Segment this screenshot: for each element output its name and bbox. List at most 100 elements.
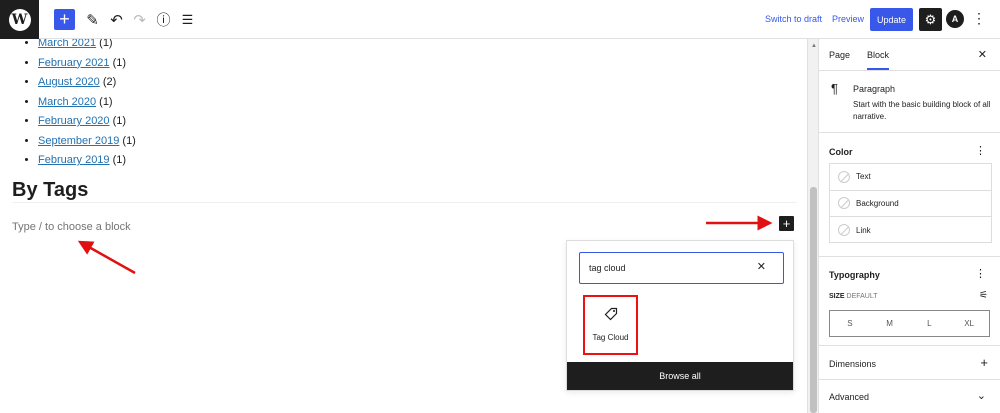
- redo-icon: ↷: [133, 11, 146, 29]
- archive-link[interactable]: March 2020: [38, 96, 96, 108]
- color-option-label: Text: [856, 172, 871, 182]
- editor-canvas: March 2021 (1) February 2021 (1) August …: [0, 39, 807, 413]
- update-button[interactable]: Update: [870, 8, 913, 31]
- tab-page[interactable]: Page: [829, 50, 850, 60]
- tag-icon: [604, 307, 618, 323]
- browse-all-button[interactable]: Browse all: [567, 362, 793, 390]
- archive-link[interactable]: March 2021: [38, 39, 96, 49]
- color-panel-options-button[interactable]: ⋮: [975, 144, 986, 157]
- archive-count: (1): [122, 134, 136, 147]
- font-size-picker: S M L XL: [829, 310, 990, 337]
- plus-icon: +: [59, 9, 70, 29]
- tag-cloud-block-button[interactable]: Tag Cloud: [583, 295, 638, 355]
- block-card: ¶ Paragraph Start with the basic buildin…: [819, 71, 1000, 133]
- color-option-background[interactable]: Background: [830, 191, 991, 217]
- tools-button[interactable]: ✎: [82, 9, 103, 30]
- block-inserter-popover: tag cloud ✕ Tag Cloud Browse all: [566, 240, 794, 391]
- close-icon: ✕: [756, 261, 766, 273]
- typography-panel-options-button[interactable]: ⋮: [975, 267, 986, 280]
- clear-search-button[interactable]: ✕: [757, 260, 766, 273]
- divider: [819, 345, 1000, 346]
- gear-icon: ⚙: [924, 11, 937, 27]
- block-search-input[interactable]: tag cloud ✕: [579, 252, 784, 284]
- preview-button[interactable]: Preview: [832, 14, 864, 24]
- font-size-xl[interactable]: XL: [949, 311, 989, 336]
- font-size-label: SIZE DEFAULT: [829, 293, 878, 300]
- list-item: August 2020 (2): [38, 73, 136, 93]
- color-option-link[interactable]: Link: [830, 217, 991, 244]
- divider: [819, 256, 1000, 257]
- astra-icon: A: [951, 14, 959, 24]
- close-sidebar-button[interactable]: ✕: [978, 48, 987, 61]
- block-label: Tag Cloud: [592, 333, 629, 342]
- color-option-text[interactable]: Text: [830, 164, 991, 191]
- list-item: February 2021 (1): [38, 54, 136, 74]
- divider: [819, 379, 1000, 380]
- font-size-l[interactable]: L: [910, 311, 950, 336]
- archives-list: March 2021 (1) February 2021 (1) August …: [38, 39, 136, 171]
- plus-icon: +: [980, 355, 988, 370]
- undo-icon: ↶: [110, 11, 123, 29]
- font-size-m[interactable]: M: [870, 311, 910, 336]
- list-item: February 2019 (1): [38, 151, 136, 171]
- settings-sidebar: Page Block ✕ ¶ Paragraph Start with the …: [818, 39, 1000, 413]
- paragraph-placeholder[interactable]: Type / to choose a block: [12, 221, 131, 233]
- pencil-icon: ✎: [86, 11, 99, 29]
- inline-add-block-button[interactable]: +: [779, 216, 794, 231]
- plus-icon: +: [782, 216, 791, 231]
- info-icon: ⓘ: [156, 11, 171, 28]
- size-label: SIZE: [829, 293, 845, 300]
- close-icon: ✕: [977, 49, 987, 61]
- list-view-icon: ☰: [181, 11, 194, 27]
- details-button[interactable]: ⓘ: [153, 9, 174, 30]
- custom-size-settings-icon[interactable]: ⚟: [979, 290, 988, 301]
- archive-count: (1): [112, 56, 127, 69]
- font-size-s[interactable]: S: [830, 311, 870, 336]
- archive-link[interactable]: February 2019: [38, 154, 110, 166]
- color-options: Text Background Link: [829, 163, 992, 243]
- search-value: tag cloud: [589, 263, 626, 273]
- archive-link[interactable]: August 2020: [38, 76, 100, 88]
- archive-count: (2): [102, 76, 117, 88]
- switch-to-draft-button[interactable]: Switch to draft: [765, 14, 822, 24]
- list-item: March 2021 (1): [38, 39, 136, 54]
- wordpress-logo-button[interactable]: W: [0, 0, 39, 39]
- tab-block[interactable]: Block: [867, 50, 890, 70]
- archive-link[interactable]: February 2021: [38, 57, 110, 69]
- list-item: March 2020 (1): [38, 93, 136, 113]
- list-view-button[interactable]: ☰: [177, 9, 198, 30]
- block-description: Start with the basic building block of a…: [853, 100, 991, 121]
- settings-button[interactable]: ⚙: [919, 8, 942, 31]
- dimensions-panel-title[interactable]: Dimensions: [829, 359, 876, 369]
- empty-swatch-icon: [838, 197, 850, 210]
- options-menu-button[interactable]: ⋮: [972, 10, 986, 27]
- chevron-down-icon[interactable]: ⌄: [977, 389, 986, 402]
- scroll-thumb[interactable]: [810, 187, 817, 413]
- archive-count: (1): [112, 115, 127, 127]
- color-option-label: Link: [856, 225, 871, 235]
- block-inserter-toggle-button[interactable]: +: [54, 9, 75, 30]
- sidebar-tabs: Page Block ✕: [819, 39, 1000, 71]
- color-option-label: Background: [856, 198, 899, 208]
- redo-button[interactable]: ↷: [129, 9, 150, 30]
- undo-button[interactable]: ↶: [106, 9, 127, 30]
- color-panel-title[interactable]: Color: [829, 147, 853, 157]
- list-item: September 2019 (1): [38, 132, 136, 152]
- editor-toolbar: W + ✎ ↶ ↷ ⓘ ☰ Switch to draft Preview Up…: [0, 0, 1000, 39]
- scroll-up-arrow-icon[interactable]: ▲: [811, 43, 817, 49]
- empty-swatch-icon: [838, 170, 850, 183]
- editor-scrollbar[interactable]: ▲: [807, 39, 818, 413]
- typography-panel-title[interactable]: Typography: [829, 270, 880, 280]
- archive-link[interactable]: September 2019: [38, 135, 119, 147]
- archive-count: (1): [99, 95, 113, 108]
- advanced-panel-title[interactable]: Advanced: [829, 392, 869, 402]
- block-title: Paragraph: [853, 84, 896, 94]
- arrow-to-placeholder: [77, 240, 136, 275]
- astra-settings-button[interactable]: A: [946, 10, 964, 28]
- paragraph-icon: ¶: [831, 81, 838, 96]
- archive-link[interactable]: February 2020: [38, 115, 110, 127]
- add-dimension-button[interactable]: +: [980, 355, 988, 370]
- wordpress-icon: W: [8, 8, 31, 31]
- heading-block[interactable]: By Tags: [12, 179, 88, 202]
- empty-swatch-icon: [838, 224, 850, 237]
